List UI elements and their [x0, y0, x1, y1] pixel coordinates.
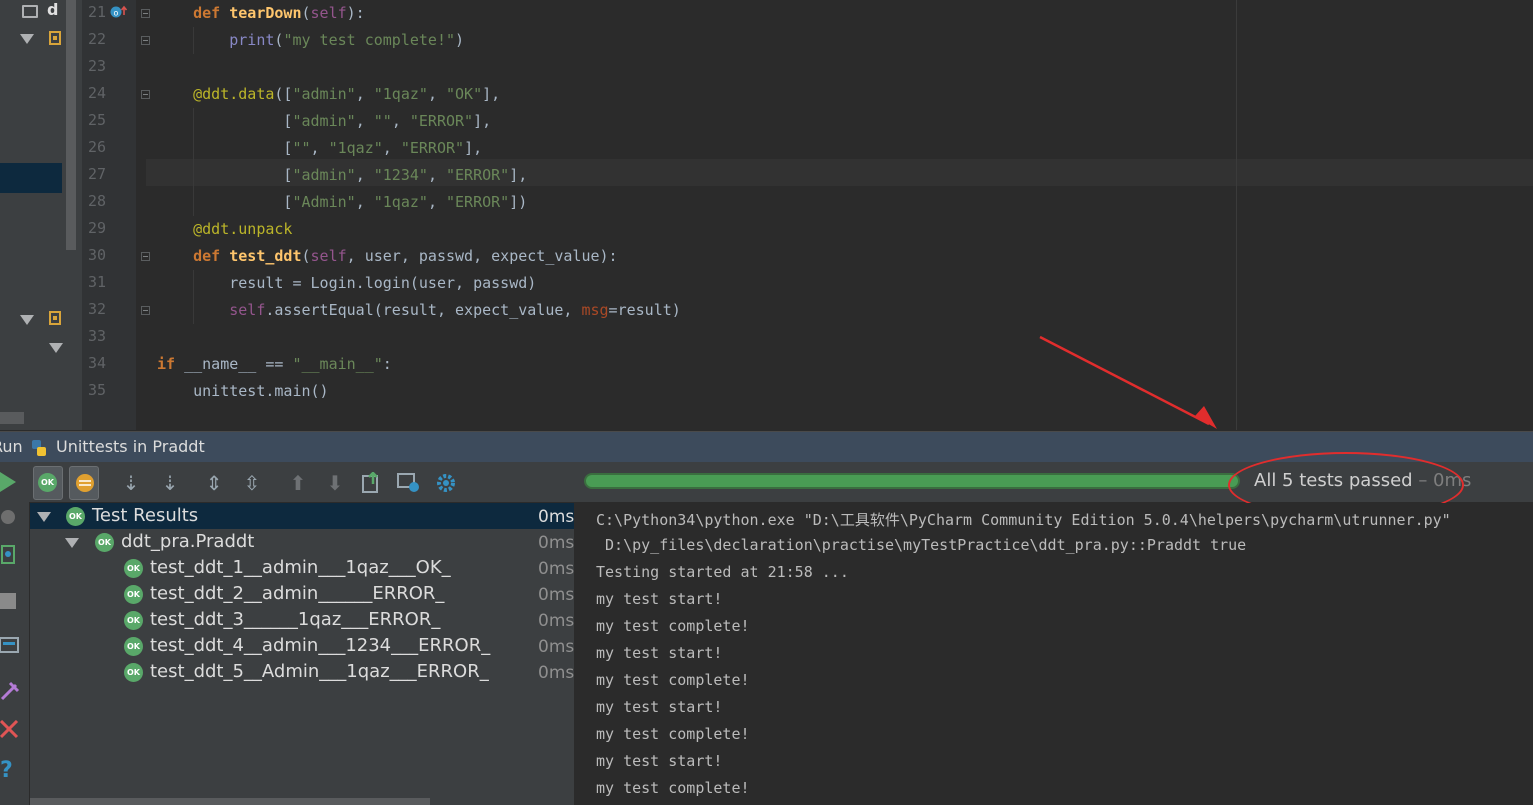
- ok-icon: OK: [124, 585, 143, 604]
- project-tree-panel: d: [0, 0, 82, 430]
- annotation-arrow: [1039, 335, 1217, 429]
- console-line: my test start!: [596, 644, 723, 662]
- line-number: 34: [87, 354, 106, 372]
- layout-icon[interactable]: [0, 636, 20, 656]
- line-number: 31: [87, 273, 106, 291]
- line-number: 24: [87, 84, 106, 102]
- test-label[interactable]: test_ddt_1__admin___1qaz___OK_: [150, 557, 451, 578]
- project-tree-selection[interactable]: [0, 163, 62, 193]
- console-line: Testing started at 21:58 ...: [596, 563, 849, 581]
- rerun-failed-icon[interactable]: [0, 508, 18, 526]
- line-number: 21: [87, 3, 106, 21]
- console-line: D:\py_files\declaration\practise\myTestP…: [596, 536, 1247, 554]
- test-time: 0ms: [538, 611, 575, 631]
- console-line: my test complete!: [596, 671, 750, 689]
- line-number: 30: [87, 246, 106, 264]
- console-line: my test start!: [596, 752, 723, 770]
- console-line: C:\Python34\python.exe "D:\工具软件\PyCharm …: [596, 511, 1451, 529]
- svg-text:?: ?: [0, 758, 13, 781]
- fold-toggle-icon[interactable]: [141, 36, 150, 45]
- package-icon: [49, 311, 61, 325]
- run-config-name[interactable]: Unittests in Praddt: [56, 437, 205, 456]
- line-number: 27: [87, 165, 106, 183]
- test-history-icon[interactable]: [397, 472, 421, 494]
- line-number: 33: [87, 327, 106, 345]
- sort-by-duration-icon[interactable]: ⇣: [157, 471, 183, 495]
- tree-root-label[interactable]: Test Results: [92, 505, 198, 526]
- line-number: 22: [87, 30, 106, 48]
- next-failed-icon[interactable]: ⬇: [322, 471, 348, 495]
- test-label[interactable]: test_ddt_3______1qaz___ERROR_: [150, 609, 440, 630]
- expand-arrow-icon[interactable]: [20, 34, 34, 44]
- console-line: my test complete!: [596, 779, 750, 797]
- expand-arrow-icon[interactable]: [49, 343, 63, 353]
- test-label[interactable]: test_ddt_2__admin______ERROR_: [150, 583, 444, 604]
- run-tab-label[interactable]: Run: [0, 437, 23, 456]
- line-number: 25: [87, 111, 106, 129]
- test-time: 0ms: [538, 585, 575, 605]
- svg-text:o: o: [114, 9, 119, 18]
- test-label[interactable]: test_ddt_5__Admin___1qaz___ERROR_: [150, 661, 489, 682]
- fold-toggle-icon[interactable]: [141, 9, 150, 18]
- pin-icon[interactable]: [0, 681, 20, 703]
- source-code[interactable]: def tearDown(self): print("my test compl…: [157, 0, 681, 405]
- ok-icon: OK: [124, 559, 143, 578]
- line-number: 28: [87, 192, 106, 210]
- test-label[interactable]: test_ddt_4__admin___1234___ERROR_: [150, 635, 490, 656]
- close-icon[interactable]: [0, 720, 20, 740]
- help-icon[interactable]: ?: [0, 757, 20, 781]
- test-progress-bar: [584, 473, 1240, 489]
- right-margin-guide: [1236, 0, 1237, 430]
- expand-arrow-icon[interactable]: [65, 538, 79, 548]
- show-passed-icon: OK: [38, 473, 57, 492]
- test-time: 0ms: [538, 559, 575, 579]
- line-number: 23: [87, 57, 106, 75]
- package-icon: [49, 31, 61, 45]
- console-line: my test complete!: [596, 617, 750, 635]
- console-line: my test start!: [596, 698, 723, 716]
- rerun-icon[interactable]: [0, 470, 18, 494]
- expand-arrow-icon[interactable]: [37, 512, 51, 522]
- line-number: 35: [87, 381, 106, 399]
- fold-toggle-icon[interactable]: [141, 252, 150, 261]
- fold-toggle-icon[interactable]: [141, 90, 150, 99]
- tree-root-time: 0ms: [538, 507, 575, 527]
- sort-alphabetically-icon[interactable]: ⇣: [118, 471, 144, 495]
- ok-icon: OK: [124, 637, 143, 656]
- test-time: 0ms: [538, 637, 575, 657]
- toggle-auto-test-icon[interactable]: [0, 543, 18, 565]
- console-line: my test start!: [596, 590, 723, 608]
- expand-all-icon[interactable]: ⇕: [201, 471, 227, 495]
- override-method-icon[interactable]: o: [109, 4, 129, 20]
- settings-gear-icon[interactable]: [435, 472, 457, 494]
- collapse-all-icon[interactable]: ⇳: [239, 471, 265, 495]
- ok-icon: OK: [66, 507, 85, 526]
- ok-icon: OK: [95, 533, 114, 552]
- tree-suite-time: 0ms: [538, 533, 575, 553]
- project-tree-scrollbar[interactable]: [66, 0, 76, 250]
- export-results-icon[interactable]: [361, 472, 383, 494]
- project-tree-hscrollbar[interactable]: [0, 412, 24, 424]
- fold-toggle-icon[interactable]: [141, 306, 150, 315]
- line-number: 26: [87, 138, 106, 156]
- tree-suite-label[interactable]: ddt_pra.Praddt: [121, 531, 254, 552]
- python-icon: [32, 440, 46, 456]
- stop-icon[interactable]: [0, 592, 18, 610]
- expand-arrow-icon[interactable]: [20, 315, 34, 325]
- tree-hscrollbar[interactable]: [30, 798, 430, 805]
- ok-icon: OK: [124, 663, 143, 682]
- line-number: 29: [87, 219, 106, 237]
- test-time: 0ms: [538, 663, 575, 683]
- ok-icon: OK: [124, 611, 143, 630]
- show-ignored-icon: [76, 474, 94, 492]
- previous-failed-icon[interactable]: ⬆: [285, 471, 311, 495]
- line-number: 32: [87, 300, 106, 318]
- project-root-label[interactable]: d: [47, 0, 58, 19]
- console-line: my test complete!: [596, 725, 750, 743]
- folder-icon: [22, 5, 38, 18]
